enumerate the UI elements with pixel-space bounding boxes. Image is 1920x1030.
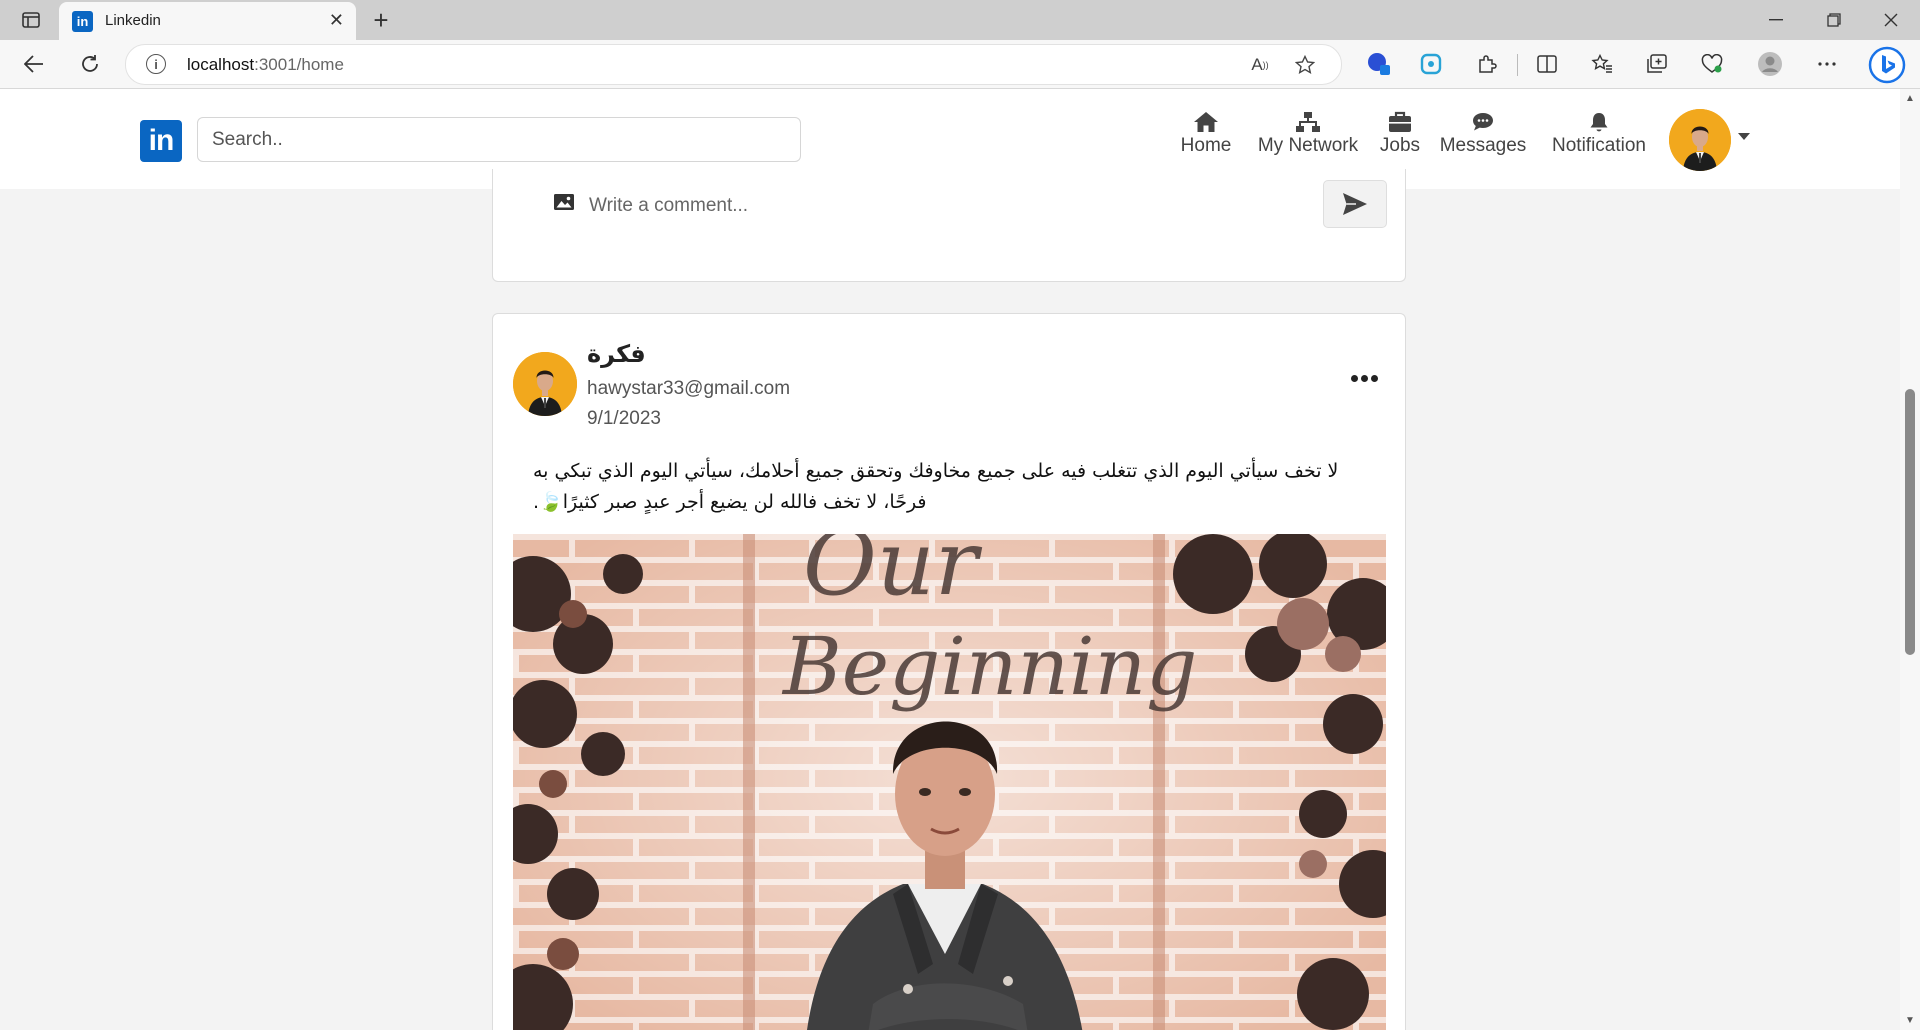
linkedin-favicon-icon: in (72, 11, 93, 32)
address-bar[interactable]: i localhost:3001/home A)) (125, 44, 1342, 85)
image-icon[interactable] (553, 193, 575, 216)
scroll-down-icon[interactable]: ▼ (1905, 1015, 1915, 1026)
nav-messages-label: Messages (1439, 135, 1527, 156)
page-viewport: in Home My Network Jobs Messages (0, 89, 1900, 1030)
post-author-avatar[interactable] (513, 352, 577, 416)
chevron-down-icon[interactable] (1738, 133, 1750, 140)
briefcase-icon (1376, 107, 1424, 133)
close-tab-icon[interactable]: ✕ (329, 10, 344, 31)
tab-actions-icon[interactable] (18, 9, 44, 31)
toolbar-divider (1517, 54, 1518, 76)
home-icon (1172, 107, 1240, 133)
back-icon[interactable] (17, 48, 51, 80)
post-text: لا تخف سيأتي اليوم الذي تتغلب فيه على جم… (533, 460, 1339, 513)
read-aloud-icon[interactable]: A)) (1248, 53, 1272, 77)
page-scrollbar[interactable]: ▲ ▼ (1900, 89, 1920, 1030)
avatar[interactable] (1669, 109, 1731, 171)
search-input[interactable] (197, 117, 801, 162)
send-icon (1343, 193, 1367, 215)
nav-notification-label: Notification (1552, 135, 1646, 156)
reload-icon[interactable] (73, 48, 107, 80)
nav-home-label: Home (1180, 135, 1232, 156)
extension-teal-icon[interactable] (1416, 49, 1446, 79)
url-text[interactable]: localhost:3001/home (187, 55, 344, 75)
linkedin-logo-icon[interactable]: in (140, 120, 182, 162)
post-more-options-icon[interactable] (1351, 370, 1381, 386)
new-tab-icon[interactable]: + (366, 5, 396, 35)
tab-title: Linkedin (105, 12, 161, 29)
nav-notification[interactable]: Notification (1543, 107, 1655, 157)
site-info-icon[interactable]: i (146, 54, 166, 74)
scroll-up-icon[interactable]: ▲ (1905, 93, 1915, 104)
browser-tab[interactable]: in Linkedin ✕ (59, 2, 356, 40)
more-options-icon[interactable] (1812, 49, 1842, 79)
post-author-email: hawystar33@gmail.com (587, 378, 791, 399)
extension-blue-icon[interactable] (1364, 49, 1394, 79)
nav-messages[interactable]: Messages (1438, 107, 1528, 157)
nav-my-network-label: My Network (1257, 135, 1359, 156)
favorites-icon[interactable] (1587, 49, 1617, 79)
split-screen-icon[interactable] (1532, 49, 1562, 79)
extensions-puzzle-icon[interactable] (1472, 49, 1502, 79)
send-button[interactable] (1323, 180, 1387, 228)
collections-icon[interactable] (1642, 49, 1672, 79)
browser-toolbar: i localhost:3001/home A)) (0, 40, 1920, 89)
browser-tab-bar: in Linkedin ✕ + (0, 0, 1920, 40)
comment-input[interactable] (587, 187, 1291, 225)
browser-essentials-icon[interactable] (1697, 49, 1727, 79)
minimize-icon[interactable] (1756, 6, 1796, 34)
post-card: فكرة hawystar33@gmail.com 9/1/2023 لا تخ… (492, 313, 1406, 1030)
nav-jobs-label: Jobs (1379, 135, 1421, 156)
chat-icon (1438, 107, 1528, 133)
bell-icon (1543, 107, 1655, 133)
favorite-star-icon[interactable] (1293, 53, 1317, 77)
comment-box (492, 169, 1406, 282)
profile-icon[interactable] (1755, 49, 1785, 79)
post-image[interactable]: Our Beginning (513, 534, 1386, 1030)
close-window-icon[interactable] (1871, 6, 1911, 34)
nav-jobs[interactable]: Jobs (1376, 107, 1424, 157)
image-sign-line-2: Beginning (781, 620, 1197, 713)
post-author-name[interactable]: فكرة (587, 340, 646, 368)
post-date: 9/1/2023 (587, 408, 661, 429)
nav-home[interactable]: Home (1172, 107, 1240, 157)
scrollbar-thumb[interactable] (1905, 389, 1915, 655)
restore-icon[interactable] (1814, 6, 1854, 34)
image-sign-line-1: Our (803, 534, 983, 616)
nav-my-network[interactable]: My Network (1251, 107, 1365, 157)
network-icon (1251, 107, 1365, 133)
bing-copilot-icon[interactable] (1868, 46, 1906, 84)
